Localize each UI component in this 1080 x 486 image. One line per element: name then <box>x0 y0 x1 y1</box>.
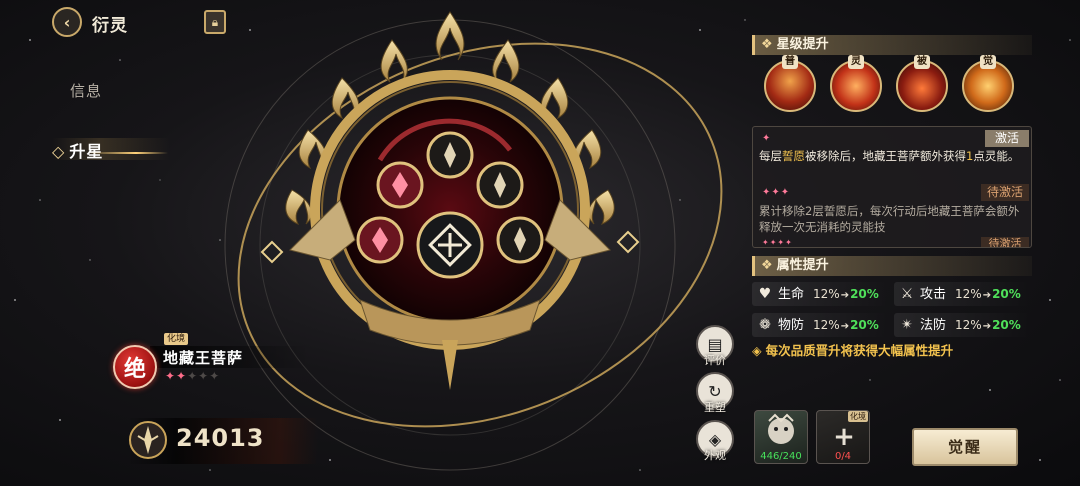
star-upgrade-title: 星级提升 <box>776 37 829 52</box>
arrow-right-icon: ➔ <box>982 321 992 332</box>
tier-1-text-b: 被移除后，地藏王菩萨额外获得 <box>805 149 966 163</box>
tier-2-text: 累计移除2层誓愿后，每次行动后地藏王菩萨会额外释放一次无消耗的灵能技 <box>759 204 1020 234</box>
vow-keyword: 誓愿 <box>782 149 805 163</box>
costume-icon: ◈ <box>708 429 722 449</box>
attribute-title: 属性提升 <box>776 258 829 273</box>
tier-2-stars: ✦✦✦ <box>762 187 791 198</box>
combat-power-icon <box>129 421 167 459</box>
add-icon: + <box>833 422 855 452</box>
star-rating-filled: ✦✦ <box>165 369 188 383</box>
star-tag-spirit: 灵 <box>848 55 864 69</box>
attr-mdef-up: 20% <box>992 318 1021 332</box>
star-upgrade-header: ❖ 星级提升 <box>752 35 1032 55</box>
tier-1-text: 每层誓愿被移除后，地藏王菩萨额外获得1点灵能。 <box>759 148 1027 164</box>
heart-shield-icon: ♥ <box>758 286 772 302</box>
star-tag-awaken: 觉 <box>980 55 996 69</box>
material-count: 0/4 <box>834 451 852 462</box>
arrow-right-icon: ➔ <box>840 290 850 301</box>
tier-2-status-badge: 待激活 <box>981 184 1029 201</box>
material-slot-soul-shard[interactable]: 446/240 <box>754 410 808 464</box>
grade-badge: 绝 <box>113 345 157 389</box>
sword-icon: ⚔ <box>900 286 914 302</box>
material-realm-tag: 化境 <box>848 411 868 422</box>
chevron-left-icon: ‹ <box>63 12 71 32</box>
material-count: 446/240 <box>760 451 802 462</box>
tab-star-up[interactable]: ◇ 升星 <box>52 138 170 161</box>
attr-atk-name: 攻击 <box>920 287 947 302</box>
material-slot-add[interactable]: 化境 + 0/4 <box>816 410 870 464</box>
magic-shield-icon: ✴ <box>901 317 913 333</box>
page-title: 衍灵 <box>92 16 128 36</box>
attr-mdef-name: 法防 <box>920 318 947 333</box>
appearance-label: 外观 <box>704 449 726 462</box>
tab-info-label: 信息 <box>70 82 103 100</box>
tier-1-text-c: 点灵能。 <box>973 149 1020 163</box>
attr-mdef: ✴ 法防 12%➔20% <box>894 313 1030 337</box>
attr-pdef: ❁ 物防 12%➔20% <box>752 313 888 337</box>
swirl-icon: ↻ <box>708 381 722 401</box>
tier-1-stars: ✦ <box>762 133 771 144</box>
star-rating-empty: ✦✦✦ <box>187 369 221 383</box>
attr-hp-name: 生命 <box>778 287 805 302</box>
rate-label: 评价 <box>704 354 726 367</box>
attr-hp-base: 12% <box>813 287 840 301</box>
attr-atk-up: 20% <box>992 287 1021 301</box>
tier-3-status-badge: 待激活 <box>981 237 1029 247</box>
star-tag-passive: 被 <box>914 55 930 69</box>
diamond-bullet-icon: ◈ <box>752 343 762 358</box>
arrow-right-icon: ➔ <box>840 321 850 332</box>
soul-shard-icon <box>768 413 794 444</box>
awaken-button[interactable]: 觉醒 <box>912 428 1018 466</box>
arrow-right-icon: ➔ <box>982 290 992 301</box>
attr-hp-up: 20% <box>850 287 879 301</box>
attr-atk: ⚔ 攻击 12%➔20% <box>894 282 1030 306</box>
lotus-shield-icon: ❁ <box>759 317 771 333</box>
character-star-rating: ✦✦✦✦✦ <box>165 369 220 383</box>
tier-3-stars: ✦✦✦✦ <box>762 238 793 247</box>
attr-pdef-base: 12% <box>813 318 840 332</box>
star-tier-description: ✦ 激活 每层誓愿被移除后，地藏王菩萨额外获得1点灵能。 ✦✦✦ 待激活 累计移… <box>752 126 1032 248</box>
diamond-marker-icon: ◇ <box>52 142 66 161</box>
combat-power-value: 24013 <box>176 424 265 452</box>
star-constellation-wheel <box>224 11 723 471</box>
reshape-label: 重塑 <box>704 401 726 414</box>
attribute-header: ❖ 属性提升 <box>752 256 1032 276</box>
realm-tag: 化境 <box>164 333 189 345</box>
back-button[interactable]: ‹ <box>52 7 82 37</box>
star-tag-normal: 普 <box>782 55 798 69</box>
quality-upgrade-note: ◈ 每次品质晋升将获得大幅属性提升 <box>752 340 953 359</box>
active-tab-indicator <box>88 152 168 154</box>
section-marker-icon: ❖ <box>761 37 773 52</box>
character-name: 地藏王菩萨 <box>163 349 244 367</box>
attr-pdef-name: 物防 <box>778 318 805 333</box>
attr-mdef-base: 12% <box>955 318 982 332</box>
tier-1-status-badge: 激活 <box>985 130 1029 147</box>
attr-pdef-up: 20% <box>850 318 879 332</box>
quality-upgrade-note-text: 每次品质晋升将获得大幅属性提升 <box>765 343 954 358</box>
attr-hp: ♥ 生命 12%➔20% <box>752 282 888 306</box>
tier-1-text-a: 每层 <box>759 149 782 163</box>
tab-info[interactable]: 信息 <box>70 80 102 101</box>
attr-atk-base: 12% <box>955 287 982 301</box>
section-marker-icon: ❖ <box>761 258 773 273</box>
scroll-icon: ▤ <box>707 334 723 354</box>
